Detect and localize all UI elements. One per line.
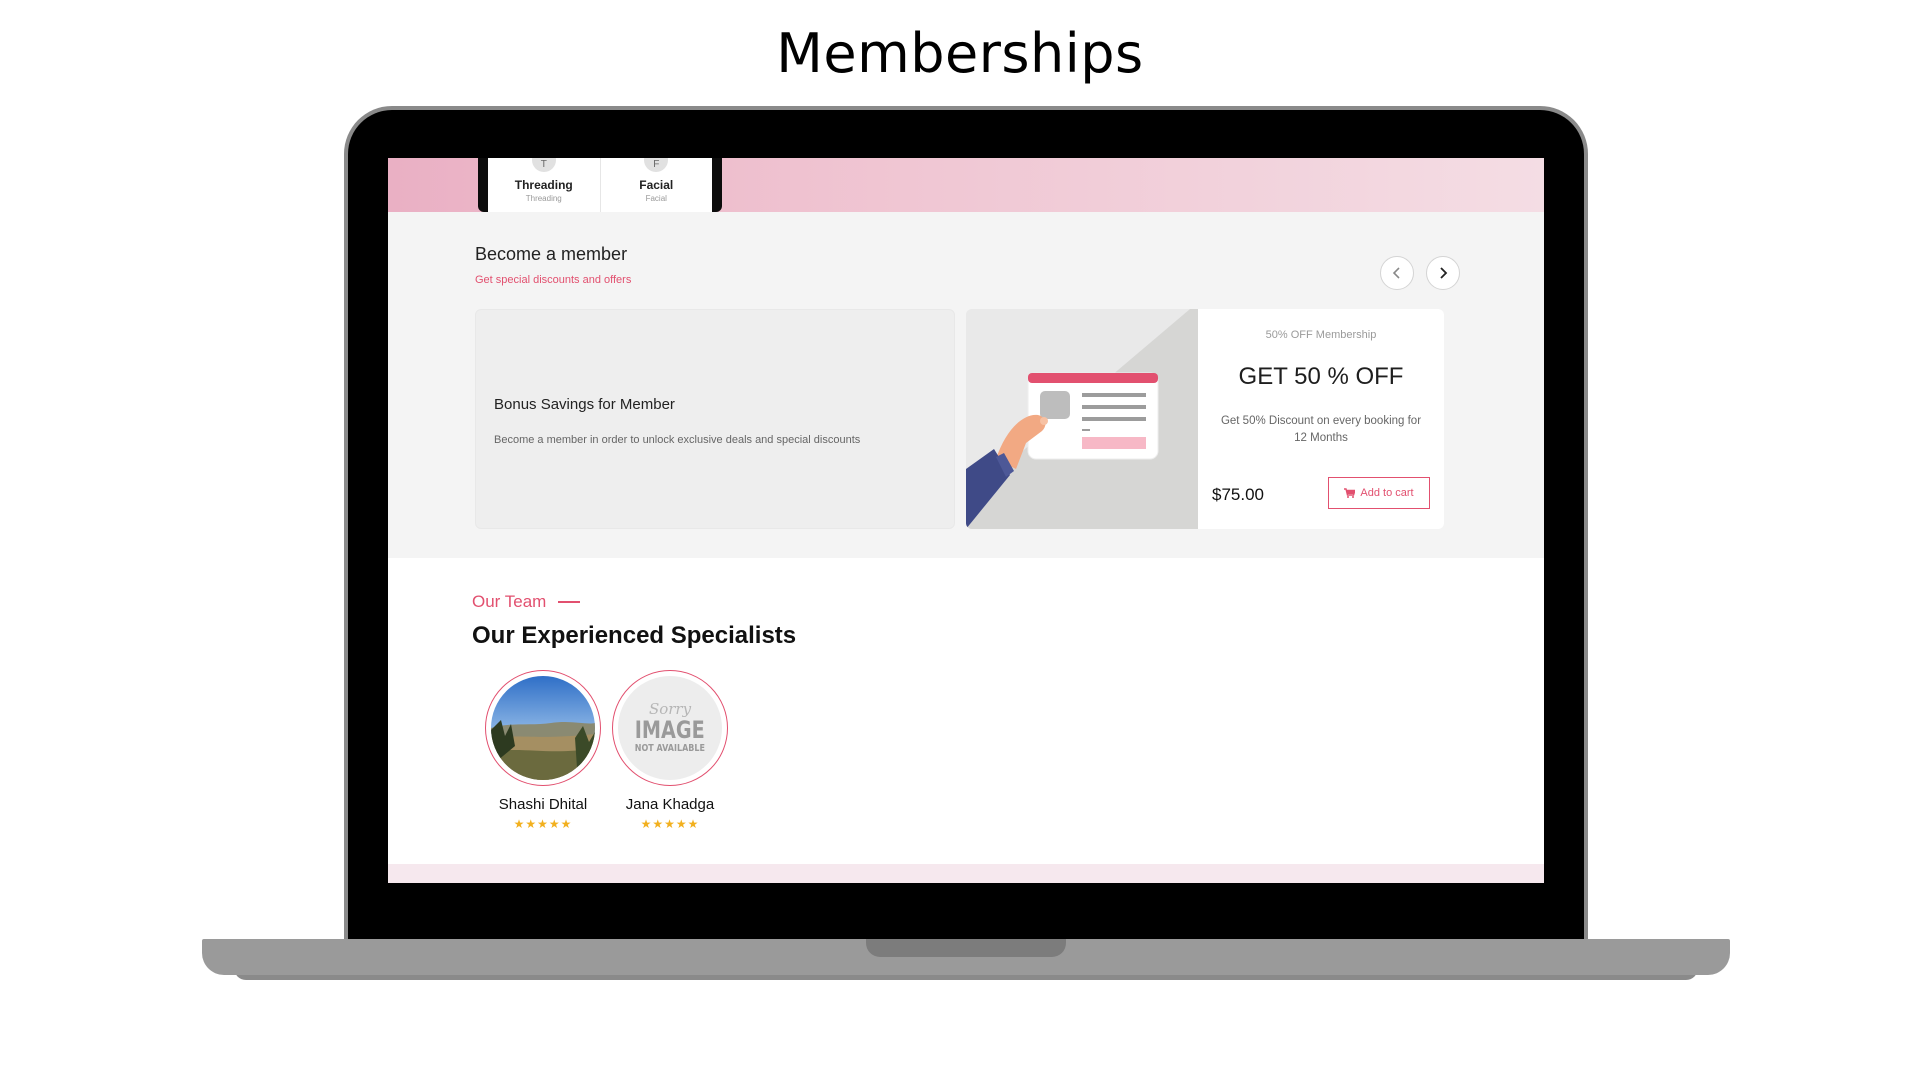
specialist-avatar-ring xyxy=(485,670,601,786)
team-eyebrow-label: Our Team xyxy=(472,592,547,611)
chevron-right-icon xyxy=(1440,267,1448,279)
bonus-savings-card: Bonus Savings for Member Become a member… xyxy=(475,309,955,529)
team-section: Our Team Our Experienced Specialists Sha… xyxy=(388,558,1544,864)
service-avatar: F xyxy=(644,158,669,172)
offer-details: 50% OFF Membership GET 50 % OFF Get 50% … xyxy=(1198,309,1444,529)
bonus-description: Become a member in order to unlock exclu… xyxy=(494,434,861,446)
add-to-cart-label: Add to cart xyxy=(1360,487,1414,499)
specialist-avatar-ring: Sorry IMAGE NOT AVAILABLE xyxy=(612,670,728,786)
service-subtitle: Threading xyxy=(525,194,562,203)
membership-title: Become a member xyxy=(475,244,628,264)
carousel-prev-button[interactable] xyxy=(1380,256,1414,290)
landscape-photo xyxy=(491,676,595,780)
team-title: Our Experienced Specialists xyxy=(472,622,797,649)
page-heading: Memberships xyxy=(776,22,1144,85)
chevron-left-icon xyxy=(1392,267,1400,279)
offer-tag: 50% OFF Membership xyxy=(1265,329,1377,341)
service-avatar: T xyxy=(531,158,556,172)
placeholder-sorry: Sorry xyxy=(648,699,692,718)
add-to-cart-button[interactable]: Add to cart xyxy=(1328,477,1430,509)
placeholder-image: IMAGE xyxy=(634,715,705,744)
hand-card-icon xyxy=(966,309,1198,529)
image-not-available-placeholder: Sorry IMAGE NOT AVAILABLE xyxy=(618,676,722,780)
bonus-title: Bonus Savings for Member xyxy=(494,396,675,413)
membership-card-illustration xyxy=(966,309,1198,529)
laptop-screen: T Threading Threading F Facial Facial Be… xyxy=(388,158,1544,883)
placeholder-not-available: NOT AVAILABLE xyxy=(634,742,706,754)
team-eyebrow: Our Team xyxy=(472,592,581,612)
footer-strip xyxy=(388,864,1544,883)
laptop-notch xyxy=(866,939,1066,957)
membership-section: Become a member Get special discounts an… xyxy=(388,212,1544,558)
cart-icon xyxy=(1344,488,1356,498)
specialist-name: Jana Khadga xyxy=(625,796,715,813)
service-tile-threading[interactable]: T Threading Threading xyxy=(488,158,601,212)
offer-price: $75.00 xyxy=(1212,485,1264,504)
membership-offer-card: 50% OFF Membership GET 50 % OFF Get 50% … xyxy=(966,309,1444,529)
service-subtitle: Facial xyxy=(645,194,667,203)
avatar xyxy=(491,676,595,780)
carousel-next-button[interactable] xyxy=(1426,256,1460,290)
service-tile-facial[interactable]: F Facial Facial xyxy=(601,158,713,212)
offer-description: Get 50% Discount on every booking for 12… xyxy=(1220,415,1422,444)
service-name: Facial xyxy=(639,178,674,192)
specialist-card-jana-khadga[interactable]: Sorry IMAGE NOT AVAILABLE Jana Khadga ★★… xyxy=(595,670,745,831)
star-rating: ★★★★★ xyxy=(640,817,700,831)
eyebrow-underline xyxy=(558,601,581,603)
offer-headline: GET 50 % OFF xyxy=(1238,363,1404,390)
service-name: Threading xyxy=(514,178,573,192)
phone-mockup: T Threading Threading F Facial Facial xyxy=(478,158,722,212)
membership-subtitle: Get special discounts and offers xyxy=(475,274,632,286)
